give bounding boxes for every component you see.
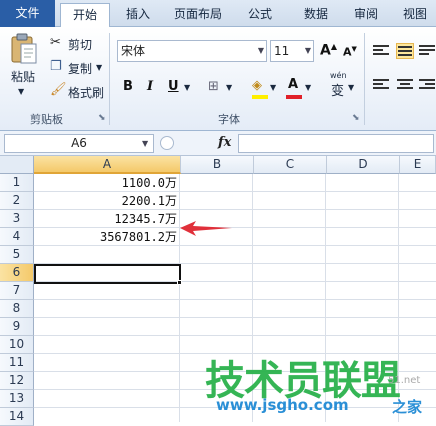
align-left-icon[interactable] <box>372 77 390 93</box>
tab-view[interactable]: 视图 <box>394 3 436 27</box>
arrow-annotation-icon <box>180 221 232 236</box>
fill-color-dropdown-icon[interactable]: ▼ <box>270 83 276 92</box>
cell-a1[interactable]: 1100.0万 <box>35 175 180 192</box>
align-bottom-icon[interactable] <box>418 43 436 59</box>
row-header[interactable]: 4 <box>0 228 34 246</box>
watermark-url: www.jsgho.com <box>216 396 349 414</box>
tab-review[interactable]: 审阅 <box>346 3 386 27</box>
font-size-value: 11 <box>274 44 290 58</box>
underline-button[interactable]: U <box>168 79 179 94</box>
paste-button-label[interactable]: 粘贴 <box>11 68 35 85</box>
shrink-font-label: A <box>343 45 352 59</box>
formula-toggle-icon[interactable] <box>160 136 174 150</box>
tab-home[interactable]: 开始 <box>60 3 110 28</box>
font-launcher-icon[interactable]: ⬊ <box>352 113 360 123</box>
chevron-down-icon[interactable]: ▼ <box>258 41 264 61</box>
ribbon-tab-bar: 文件 开始 插入 页面布局 公式 数据 审阅 视图 <box>0 0 436 28</box>
row-header[interactable]: 12 <box>0 372 34 390</box>
shrink-font-button[interactable]: A▼ <box>343 45 357 59</box>
borders-icon[interactable]: ⊞ <box>208 79 219 94</box>
row-header[interactable]: 10 <box>0 336 34 354</box>
tab-insert[interactable]: 插入 <box>116 3 160 27</box>
row-header[interactable]: 3 <box>0 210 34 228</box>
column-header-c[interactable]: C <box>254 156 327 174</box>
column-header-b[interactable]: B <box>181 156 254 174</box>
row-header[interactable]: 11 <box>0 354 34 372</box>
row-header[interactable]: 2 <box>0 192 34 210</box>
cut-button[interactable]: 剪切 <box>68 36 92 53</box>
font-name-combobox[interactable]: 宋体 ▼ <box>117 40 267 62</box>
tab-formulas[interactable]: 公式 <box>238 3 282 27</box>
align-top-icon[interactable] <box>372 43 390 59</box>
column-header-d[interactable]: D <box>327 156 400 174</box>
row-header[interactable]: 13 <box>0 390 34 408</box>
copy-dropdown-icon[interactable]: ▼ <box>96 63 102 72</box>
scissors-icon: ✂ <box>50 35 61 50</box>
row-header-selected[interactable]: 6 <box>0 264 34 282</box>
group-separator <box>364 33 365 125</box>
align-center-icon[interactable] <box>396 77 414 93</box>
phonetic-guide-label: wén <box>330 71 347 80</box>
group-separator <box>109 33 110 125</box>
fill-color-icon[interactable]: ◈ <box>252 78 262 93</box>
tab-file[interactable]: 文件 <box>0 0 55 27</box>
clipboard-launcher-icon[interactable]: ⬊ <box>98 113 106 123</box>
watermark-tail: 之家 <box>392 398 423 416</box>
cell-a3[interactable]: 12345.7万 <box>35 211 180 228</box>
formula-bar: A6 ▼ fx <box>0 131 436 156</box>
font-color-button[interactable]: A <box>288 77 298 92</box>
paste-icon[interactable] <box>9 33 39 65</box>
tab-page-layout[interactable]: 页面布局 <box>166 3 230 27</box>
bold-button[interactable]: B <box>123 79 133 94</box>
phonetic-guide-button[interactable]: 变 <box>331 80 344 99</box>
copy-button[interactable]: 复制 <box>68 60 92 77</box>
font-group-label: 字体 <box>218 113 240 126</box>
column-header-e[interactable]: E <box>400 156 436 174</box>
underline-dropdown-icon[interactable]: ▼ <box>184 83 190 92</box>
name-box[interactable]: A6 <box>4 134 154 153</box>
fill-color-swatch <box>252 95 268 99</box>
formula-input[interactable] <box>238 134 434 153</box>
chevron-down-icon[interactable]: ▼ <box>305 41 311 61</box>
grow-font-label: A <box>320 42 331 59</box>
row-header[interactable]: 8 <box>0 300 34 318</box>
row-header[interactable]: 9 <box>0 318 34 336</box>
phonetic-dropdown-icon[interactable]: ▼ <box>348 83 354 92</box>
fill-handle[interactable] <box>177 280 182 285</box>
ribbon-home: 粘贴 ▼ ✂ 剪切 ❐ 复制 ▼ 🖌 格式刷 剪贴板 ⬊ 宋体 ▼ 11 ▼ A… <box>0 27 436 131</box>
select-all-corner[interactable] <box>0 156 34 174</box>
cell-a4[interactable]: 3567801.2万 <box>35 229 180 246</box>
align-middle-icon[interactable] <box>396 43 414 59</box>
row-header[interactable]: 5 <box>0 246 34 264</box>
font-size-combobox[interactable]: 11 ▼ <box>270 40 314 62</box>
paste-dropdown-icon[interactable]: ▼ <box>18 87 24 96</box>
column-header-a[interactable]: A <box>34 156 181 174</box>
active-cell-a6[interactable] <box>34 264 181 284</box>
font-name-value: 宋体 <box>121 44 146 58</box>
font-color-dropdown-icon[interactable]: ▼ <box>305 83 311 92</box>
italic-button[interactable]: I <box>147 79 153 94</box>
chevron-down-icon[interactable]: ▼ <box>142 139 148 148</box>
align-right-icon[interactable] <box>418 77 436 93</box>
grow-font-button[interactable]: A▲ <box>320 42 337 59</box>
font-color-swatch <box>286 95 302 99</box>
row-header[interactable]: 1 <box>0 174 34 192</box>
row-header[interactable]: 14 <box>0 408 34 426</box>
tab-data[interactable]: 数据 <box>294 3 338 27</box>
borders-dropdown-icon[interactable]: ▼ <box>226 83 232 92</box>
format-painter-button[interactable]: 格式刷 <box>68 84 104 101</box>
insert-function-button[interactable]: fx <box>218 135 231 150</box>
row-header[interactable]: 7 <box>0 282 34 300</box>
format-painter-icon: 🖌 <box>50 82 67 97</box>
clipboard-group-label: 剪贴板 <box>30 113 63 126</box>
watermark-side: 51.net <box>388 375 421 386</box>
cell-a2[interactable]: 2200.1万 <box>35 193 180 210</box>
copy-icon: ❐ <box>50 59 62 74</box>
